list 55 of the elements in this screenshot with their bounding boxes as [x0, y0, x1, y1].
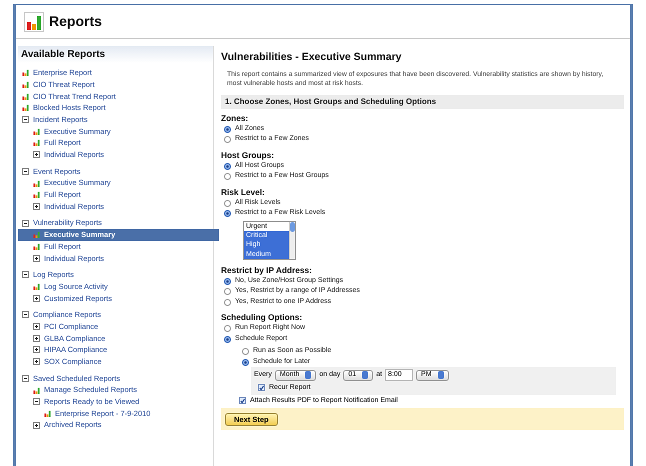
radio-button[interactable] — [224, 173, 231, 180]
bar-chart-icon — [33, 386, 40, 394]
radio-button[interactable] — [224, 336, 231, 343]
bar-chart-icon — [33, 128, 40, 135]
content-title: Vulnerabilities - Executive Summary — [221, 50, 403, 65]
bar-chart-icon — [22, 69, 29, 76]
checkbox[interactable] — [258, 384, 265, 392]
expand-icon[interactable] — [33, 346, 40, 354]
radio-button[interactable] — [224, 278, 231, 285]
checkbox[interactable] — [239, 397, 246, 404]
group-label: Restrict by IP Address: — [221, 264, 313, 276]
collapse-icon[interactable] — [22, 311, 29, 318]
group-label: Scheduling Options: — [221, 312, 304, 324]
collapse-icon[interactable] — [22, 116, 29, 124]
radio-button[interactable] — [224, 162, 231, 170]
radio-button[interactable] — [224, 298, 231, 306]
expand-icon[interactable] — [33, 334, 40, 342]
bar-chart-icon — [33, 191, 40, 198]
collapse-icon[interactable] — [22, 374, 29, 382]
section-header: 1. Choose Zones, Host Groups and Scheduling Options — [221, 94, 624, 109]
radio-button[interactable] — [242, 358, 249, 366]
group-label: Risk Level: — [221, 186, 266, 198]
group-label: Host Groups: — [221, 150, 276, 161]
collapse-icon[interactable] — [22, 220, 29, 227]
radio-button[interactable] — [224, 325, 231, 332]
expand-icon[interactable] — [33, 294, 40, 302]
expand-icon[interactable] — [33, 422, 40, 429]
expand-icon[interactable] — [33, 254, 40, 262]
bar-chart-icon — [22, 81, 29, 88]
sidebar-header: Available Reports — [18, 46, 213, 63]
expand-icon[interactable] — [33, 151, 40, 158]
collapse-icon[interactable] — [33, 398, 40, 406]
expand-icon[interactable] — [33, 358, 40, 366]
bar-chart-icon — [33, 139, 40, 146]
expand-icon[interactable] — [33, 323, 40, 330]
radio-button[interactable] — [224, 126, 231, 132]
group-label: Zones: — [221, 112, 250, 124]
bar-chart-icon — [22, 104, 29, 112]
expand-icon[interactable] — [33, 202, 40, 210]
radio-button[interactable] — [224, 210, 231, 217]
bar-chart-icon — [33, 180, 40, 187]
scrollbar[interactable] — [289, 222, 295, 259]
bar-chart-icon — [26, 14, 42, 30]
bar-chart-icon — [33, 231, 40, 238]
bar-chart-icon — [22, 92, 29, 100]
collapse-icon[interactable] — [22, 271, 29, 278]
radio-button[interactable] — [242, 348, 249, 356]
bar-chart-icon — [33, 242, 40, 250]
page-title: Reports — [49, 12, 102, 31]
radio-button[interactable] — [224, 200, 231, 206]
radio-button[interactable] — [224, 136, 231, 143]
bar-chart-icon — [44, 410, 51, 417]
collapse-icon[interactable] — [22, 168, 29, 175]
bar-chart-icon — [33, 283, 40, 290]
radio-button[interactable] — [224, 288, 231, 296]
